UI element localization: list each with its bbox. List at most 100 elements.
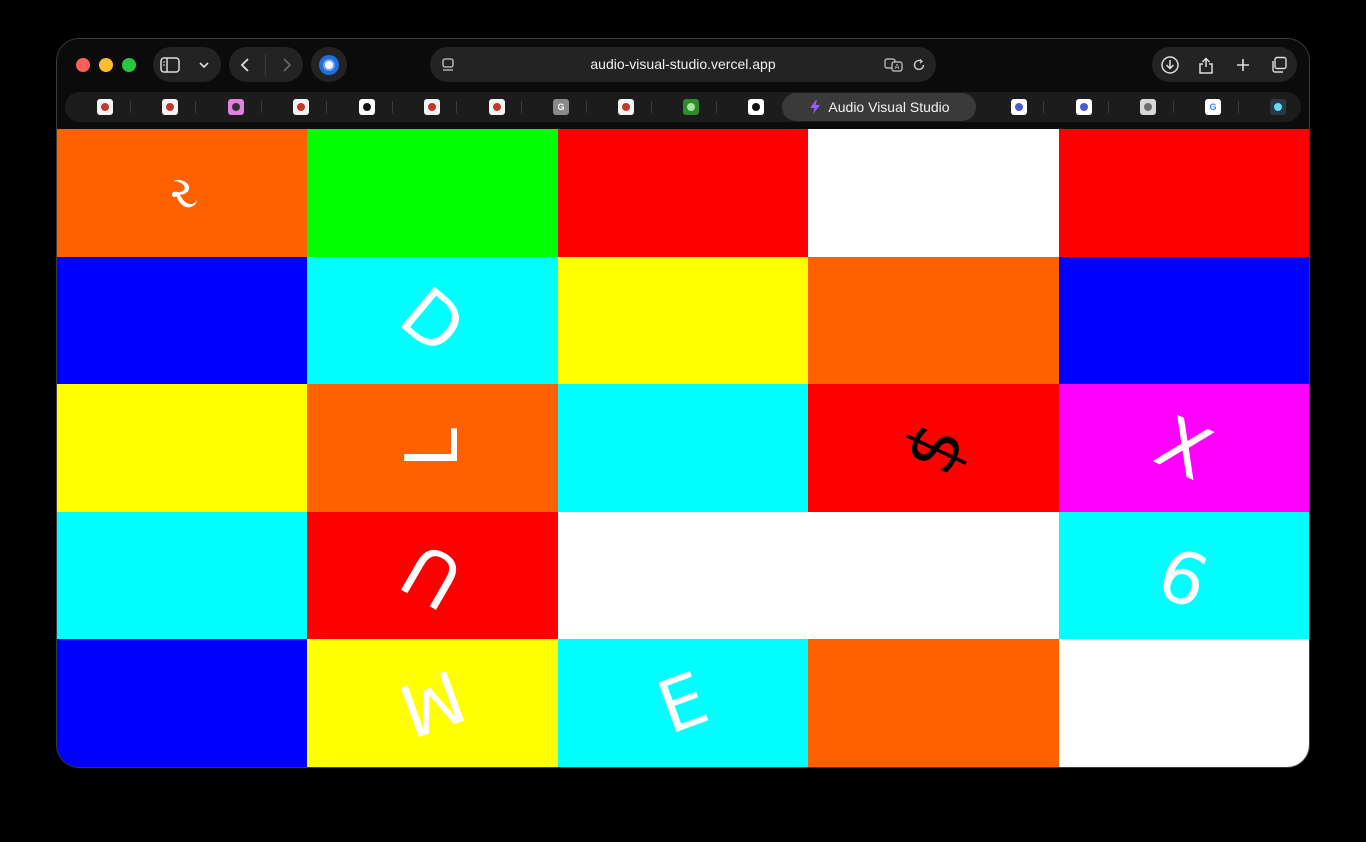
react-icon-mark xyxy=(1274,103,1282,111)
globe-icon-mark xyxy=(493,103,501,111)
download-icon[interactable] xyxy=(1158,53,1182,77)
favorites-divider xyxy=(326,101,327,113)
extension-icon xyxy=(319,54,339,75)
grid-cell[interactable] xyxy=(1059,257,1309,384)
feed-icon[interactable] xyxy=(228,99,244,115)
grid-cell[interactable]: $ xyxy=(808,384,1059,512)
browser-window: audio-visual-studio.vercel.app A Audio V… xyxy=(57,39,1309,767)
extension-button[interactable] xyxy=(311,47,347,82)
grid-cell[interactable]: L xyxy=(307,384,558,512)
grid-cell[interactable] xyxy=(558,129,808,257)
grid-cell[interactable] xyxy=(558,384,808,512)
grid-glyph: ર xyxy=(160,162,204,224)
active-tab-title: Audio Visual Studio xyxy=(828,99,950,115)
grid-cell[interactable]: M xyxy=(307,639,558,767)
favorites-divider xyxy=(1043,101,1044,113)
grid-cell[interactable]: D xyxy=(307,257,558,384)
favorites-divider xyxy=(1108,101,1109,113)
bolt-icon xyxy=(810,100,821,114)
grid-cell[interactable] xyxy=(1059,639,1309,767)
favorites-divider xyxy=(716,101,717,113)
grid-cell[interactable]: X xyxy=(1059,384,1309,512)
pixel-icon[interactable] xyxy=(683,99,699,115)
grid-cell[interactable] xyxy=(808,639,1059,767)
globe-icon-mark xyxy=(101,103,109,111)
chevron-down-icon[interactable] xyxy=(192,53,216,77)
favorites-divider xyxy=(392,101,393,113)
translate-icon[interactable]: A xyxy=(884,56,904,74)
grid-cell[interactable] xyxy=(558,257,808,384)
close-window-button[interactable] xyxy=(76,58,90,72)
grid-cell[interactable] xyxy=(57,384,307,512)
active-tab[interactable]: Audio Visual Studio xyxy=(782,93,976,121)
nav-divider xyxy=(265,53,267,76)
favorites-divider xyxy=(651,101,652,113)
whale-icon-mark xyxy=(1015,103,1023,111)
grid-cell[interactable] xyxy=(307,129,558,257)
grid-glyph: $ xyxy=(885,409,982,487)
globe-icon[interactable] xyxy=(618,99,634,115)
feed-icon-mark xyxy=(232,103,240,111)
navigation-group xyxy=(229,47,303,82)
share-icon[interactable] xyxy=(1194,53,1218,77)
tabs-overview-icon[interactable] xyxy=(1267,53,1291,77)
whale-icon[interactable] xyxy=(1076,99,1092,115)
grid-cell[interactable] xyxy=(808,129,1059,257)
book-icon-mark xyxy=(363,103,371,111)
url-text: audio-visual-studio.vercel.app xyxy=(590,56,776,72)
grid-glyph: E xyxy=(647,655,719,751)
favorites-divider xyxy=(195,101,196,113)
globe-icon-mark xyxy=(622,103,630,111)
browser-toolbar: audio-visual-studio.vercel.app A xyxy=(57,39,1309,91)
minimize-window-button[interactable] xyxy=(99,58,113,72)
color-grid: ર D L $ X U 9 M E xyxy=(57,129,1309,767)
favorites-divider xyxy=(261,101,262,113)
grid-glyph: M xyxy=(388,652,477,754)
globe-icon[interactable] xyxy=(293,99,309,115)
favorites-bar: Audio Visual Studio G G xyxy=(65,92,1301,122)
grid-cell[interactable]: U xyxy=(307,512,558,639)
github-icon-mark xyxy=(1144,103,1152,111)
grid-cell[interactable]: ર xyxy=(57,129,307,257)
favorites-divider xyxy=(1238,101,1239,113)
grid-cell[interactable] xyxy=(57,257,307,384)
favorites-divider xyxy=(130,101,131,113)
globe-icon[interactable] xyxy=(489,99,505,115)
grid-cell[interactable] xyxy=(57,639,307,767)
favorites-divider xyxy=(521,101,522,113)
reload-icon[interactable] xyxy=(910,56,928,74)
favorites-divider xyxy=(1173,101,1174,113)
sidebar-toggle-group xyxy=(153,47,221,82)
maximize-window-button[interactable] xyxy=(122,58,136,72)
globe-icon-mark xyxy=(297,103,305,111)
google-icon[interactable]: G xyxy=(1205,99,1221,115)
back-icon[interactable] xyxy=(233,53,257,77)
grid-cell[interactable] xyxy=(57,512,307,639)
grid-glyph: U xyxy=(388,525,477,626)
favorites-divider xyxy=(456,101,457,113)
globe-icon[interactable] xyxy=(424,99,440,115)
github-icon[interactable] xyxy=(1140,99,1156,115)
grid-cell[interactable] xyxy=(1059,129,1309,257)
react-icon[interactable] xyxy=(1270,99,1286,115)
whale-icon[interactable] xyxy=(1011,99,1027,115)
globe-icon[interactable] xyxy=(162,99,178,115)
address-bar[interactable]: audio-visual-studio.vercel.app A xyxy=(430,47,936,82)
grid-cell[interactable] xyxy=(808,257,1059,384)
grid-glyph: 9 xyxy=(1148,528,1220,623)
globe-icon[interactable] xyxy=(97,99,113,115)
grid-cell[interactable] xyxy=(808,512,1059,639)
grid-glyph: L xyxy=(390,427,475,469)
book-icon[interactable] xyxy=(359,99,375,115)
new-tab-icon[interactable] xyxy=(1231,53,1255,77)
favorites-divider xyxy=(586,101,587,113)
cube-icon[interactable] xyxy=(748,99,764,115)
forward-icon[interactable] xyxy=(275,53,299,77)
grid-cell[interactable]: 9 xyxy=(1059,512,1309,639)
grid-cell[interactable] xyxy=(558,512,808,639)
letter-g-icon[interactable]: G xyxy=(553,99,569,115)
grid-cell[interactable]: E xyxy=(558,639,808,767)
sidebar-icon[interactable] xyxy=(158,53,182,77)
globe-icon-mark xyxy=(428,103,436,111)
pixel-icon-mark xyxy=(687,103,695,111)
